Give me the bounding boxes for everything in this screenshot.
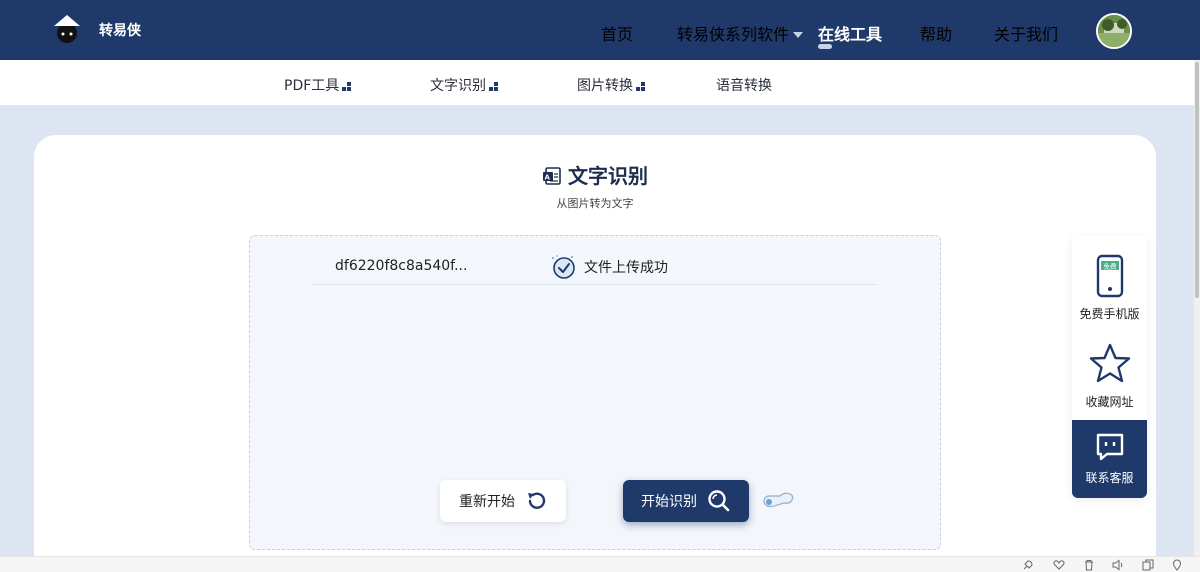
refresh-icon bbox=[528, 492, 546, 509]
bookmark-site-label: 收藏网址 bbox=[1085, 395, 1134, 409]
subnav-voice-convert[interactable]: 语音转换 bbox=[716, 75, 772, 95]
search-icon bbox=[708, 490, 730, 512]
scrollbar-thumb[interactable] bbox=[1195, 62, 1199, 298]
upload-status: 文件上传成功 bbox=[550, 254, 668, 280]
start-ocr-button[interactable]: 开始识别 bbox=[623, 480, 749, 522]
active-nav-indicator bbox=[818, 44, 832, 49]
subnav-pdf-tools[interactable]: PDF工具 bbox=[284, 75, 352, 95]
brand-logo-icon[interactable] bbox=[50, 12, 84, 46]
contact-support-label: 联系客服 bbox=[1085, 471, 1134, 485]
nav-software[interactable]: 转易侠系列软件 bbox=[677, 21, 804, 45]
nav-home[interactable]: 首页 bbox=[601, 21, 633, 45]
sub-navbar: PDF工具 文字识别 图片转换 语音转换 bbox=[0, 60, 1194, 106]
chevron-down-icon bbox=[793, 32, 804, 38]
restart-button[interactable]: 重新开始 bbox=[440, 480, 566, 522]
page-title: A 文字识别 bbox=[34, 160, 1156, 189]
svg-text:A: A bbox=[545, 174, 551, 182]
upload-area[interactable]: df6220f8c8a540f... 文件上传成功 重新开始 开始识别 bbox=[249, 235, 941, 550]
subnav-image-convert[interactable]: 图片转换 bbox=[577, 75, 645, 95]
start-ocr-button-label: 开始识别 bbox=[641, 494, 697, 510]
subnav-pdf-label: PDF工具 bbox=[284, 78, 340, 94]
trash-icon[interactable] bbox=[1083, 559, 1095, 571]
nav-software-label: 转易侠系列软件 bbox=[677, 25, 790, 44]
free-mobile-app-link[interactable]: 免费 免费手机版 bbox=[1072, 254, 1147, 322]
chat-icon bbox=[1096, 433, 1123, 461]
nav-online-tools[interactable]: 在线工具 bbox=[818, 21, 882, 45]
pin-icon[interactable] bbox=[1171, 559, 1183, 571]
subnav-ocr-label: 文字识别 bbox=[430, 78, 486, 94]
floating-side-panel: 免费 免费手机版 收藏网址 联系客服 bbox=[1072, 236, 1147, 498]
nav-about[interactable]: 关于我们 bbox=[994, 21, 1058, 45]
check-circle-icon bbox=[552, 255, 575, 279]
mobile-phone-icon: 免费 bbox=[1096, 254, 1123, 298]
divider bbox=[312, 284, 877, 285]
top-navbar: 转易侠 首页 转易侠系列软件 在线工具 帮助 关于我们 bbox=[0, 0, 1200, 60]
subnav-image-label: 图片转换 bbox=[577, 78, 633, 94]
nav-help[interactable]: 帮助 bbox=[920, 21, 952, 45]
upload-status-text: 文件上传成功 bbox=[584, 260, 668, 276]
grid-icon bbox=[342, 82, 352, 91]
copy-icon[interactable] bbox=[1142, 559, 1154, 571]
subnav-ocr[interactable]: 文字识别 bbox=[430, 75, 498, 95]
grid-icon bbox=[489, 82, 498, 91]
ocr-card: A 文字识别 从图片转为文字 df6220f8c8a540f... 文件上传成功… bbox=[34, 135, 1156, 572]
heart-icon[interactable] bbox=[1053, 559, 1065, 571]
ocr-doc-icon: A bbox=[543, 167, 561, 185]
brand-name[interactable]: 转易侠 bbox=[99, 20, 141, 40]
grid-icon bbox=[636, 82, 645, 91]
pointing-hand-icon bbox=[763, 492, 794, 508]
file-name: df6220f8c8a540f... bbox=[335, 258, 468, 274]
restart-button-label: 重新开始 bbox=[459, 494, 515, 510]
page-title-text: 文字识别 bbox=[568, 164, 648, 188]
mobile-badge-text: 免费 bbox=[1103, 262, 1117, 271]
contact-support-button[interactable]: 联系客服 bbox=[1072, 420, 1147, 498]
bookmark-site-link[interactable]: 收藏网址 bbox=[1072, 342, 1147, 410]
avatar[interactable] bbox=[1096, 13, 1132, 49]
speaker-icon[interactable] bbox=[1112, 559, 1124, 571]
browser-bottom-bar bbox=[0, 556, 1200, 572]
avatar-image-icon bbox=[1098, 15, 1130, 47]
free-mobile-app-label: 免费手机版 bbox=[1079, 307, 1140, 321]
rocket-icon[interactable] bbox=[1022, 559, 1034, 571]
page-subtitle: 从图片转为文字 bbox=[556, 197, 634, 210]
star-icon bbox=[1089, 343, 1130, 383]
